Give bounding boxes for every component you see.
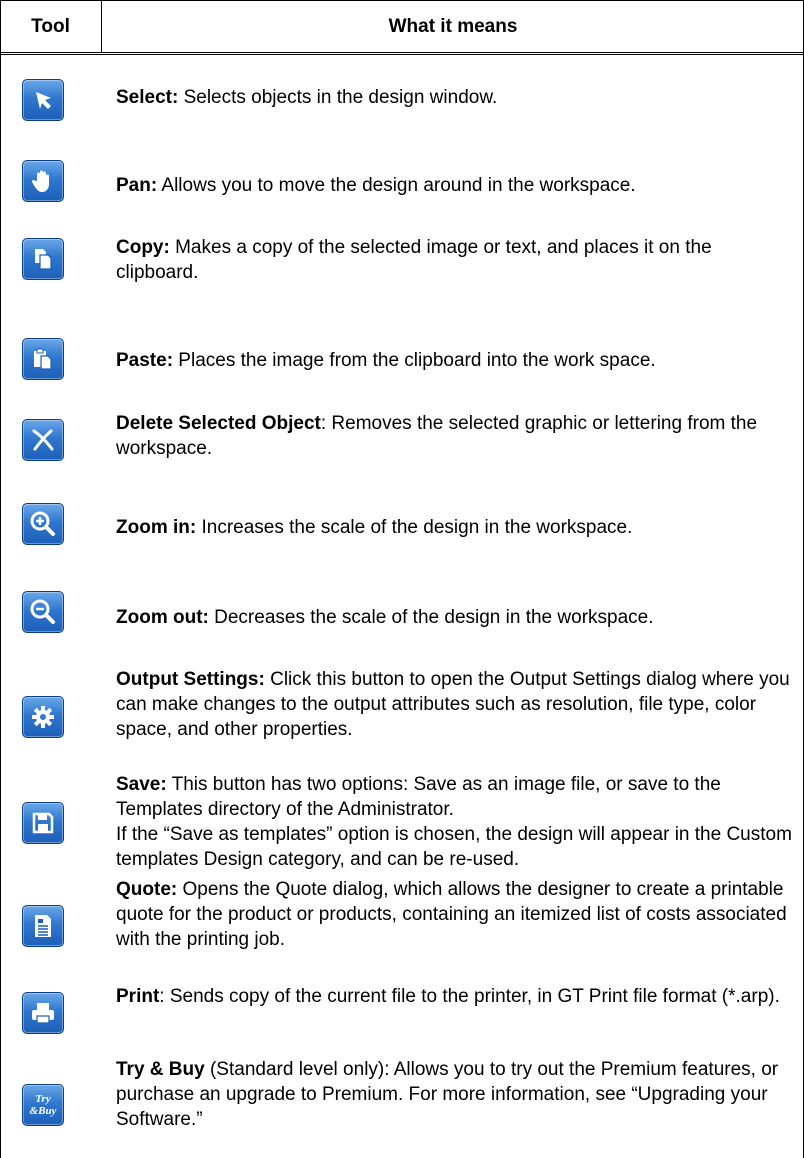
row-text: Opens the Quote dialog, which allows the… bbox=[116, 879, 787, 950]
table-row: Paste: Places the image from the clipboa… bbox=[0, 315, 804, 395]
table-row: Select: Selects objects in the design wi… bbox=[0, 55, 804, 135]
row-text: This button has two options: Save as an … bbox=[116, 774, 721, 820]
row-title: Paste: bbox=[116, 350, 174, 371]
row-description: Paste: Places the image from the clipboa… bbox=[116, 348, 796, 373]
row-text-2: If the “Save as templates” option is cho… bbox=[116, 824, 792, 870]
row-text: : Sends copy of the current file to the … bbox=[159, 986, 780, 1007]
row-description: Output Settings: Click this button to op… bbox=[116, 667, 796, 742]
table-row: Pan: Allows you to move the design aroun… bbox=[0, 135, 804, 215]
row-title: Try & Buy bbox=[116, 1059, 205, 1080]
table-row: Save: This button has two options: Save … bbox=[0, 770, 804, 875]
row-description: Pan: Allows you to move the design aroun… bbox=[116, 173, 796, 198]
row-title: Print bbox=[116, 986, 160, 1007]
row-description: Quote: Opens the Quote dialog, which all… bbox=[116, 877, 796, 952]
copy-pages-icon bbox=[22, 238, 64, 280]
row-title: Select: bbox=[116, 87, 179, 108]
row-title: Delete Selected Object bbox=[116, 413, 321, 434]
row-description: Copy: Makes a copy of the selected image… bbox=[116, 235, 796, 285]
row-title: Quote: bbox=[116, 879, 178, 900]
table-row: Quote: Opens the Quote dialog, which all… bbox=[0, 875, 804, 975]
row-description: Try & Buy (Standard level only): Allows … bbox=[116, 1057, 796, 1132]
row-title: Output Settings: bbox=[116, 669, 265, 690]
quote-document-icon bbox=[22, 905, 64, 947]
row-text: Selects objects in the design window. bbox=[178, 87, 498, 108]
try-buy-icon-text-2: &Buy bbox=[29, 1105, 57, 1117]
row-title: Save: bbox=[116, 774, 167, 795]
zoom-in-icon bbox=[22, 503, 64, 545]
select-arrow-icon bbox=[22, 79, 64, 121]
table-row: Zoom out: Decreases the scale of the des… bbox=[0, 575, 804, 665]
table-row: Try &Buy Try & Buy (Standard level only)… bbox=[0, 1055, 804, 1158]
row-description: Zoom out: Decreases the scale of the des… bbox=[116, 605, 796, 630]
table-row: Zoom in: Increases the scale of the desi… bbox=[0, 485, 804, 575]
row-text: Increases the scale of the design in the… bbox=[196, 517, 633, 538]
row-description: Delete Selected Object: Removes the sele… bbox=[116, 411, 796, 461]
table-row: Delete Selected Object: Removes the sele… bbox=[0, 395, 804, 485]
header-tool: Tool bbox=[0, 1, 102, 52]
paste-clipboard-icon bbox=[22, 338, 64, 380]
row-text: Makes a copy of the selected image or te… bbox=[116, 237, 712, 283]
row-text: Places the image from the clipboard into… bbox=[173, 350, 656, 371]
row-line: Save: This button has two options: Save … bbox=[116, 772, 796, 822]
row-description: Zoom in: Increases the scale of the desi… bbox=[116, 515, 796, 540]
delete-x-icon bbox=[22, 419, 64, 461]
printer-icon bbox=[22, 992, 64, 1034]
try-buy-icon-text-1: Try bbox=[35, 1093, 51, 1105]
table-header: Tool What it means bbox=[0, 0, 804, 55]
row-text: (Standard level only): Allows you to try… bbox=[116, 1059, 779, 1130]
row-title: Zoom out: bbox=[116, 607, 209, 628]
row-description: Select: Selects objects in the design wi… bbox=[116, 85, 796, 110]
row-text: Decreases the scale of the design in the… bbox=[208, 607, 654, 628]
table-row: Print: Sends copy of the current file to… bbox=[0, 975, 804, 1055]
table-row: Output Settings: Click this button to op… bbox=[0, 665, 804, 770]
row-description: Print: Sends copy of the current file to… bbox=[116, 984, 796, 1009]
row-description: Save: This button has two options: Save … bbox=[116, 772, 796, 872]
table-row: Copy: Makes a copy of the selected image… bbox=[0, 215, 804, 315]
floppy-disk-icon bbox=[22, 802, 64, 844]
gear-icon bbox=[22, 696, 64, 738]
row-title: Zoom in: bbox=[116, 517, 197, 538]
header-what-it-means: What it means bbox=[388, 15, 518, 37]
row-title: Pan: bbox=[116, 175, 158, 196]
zoom-out-icon bbox=[22, 591, 64, 633]
row-text: Allows you to move the design around in … bbox=[157, 175, 636, 196]
pan-hand-icon bbox=[22, 160, 64, 202]
try-buy-icon: Try &Buy bbox=[22, 1084, 64, 1126]
row-title: Copy: bbox=[116, 237, 170, 258]
